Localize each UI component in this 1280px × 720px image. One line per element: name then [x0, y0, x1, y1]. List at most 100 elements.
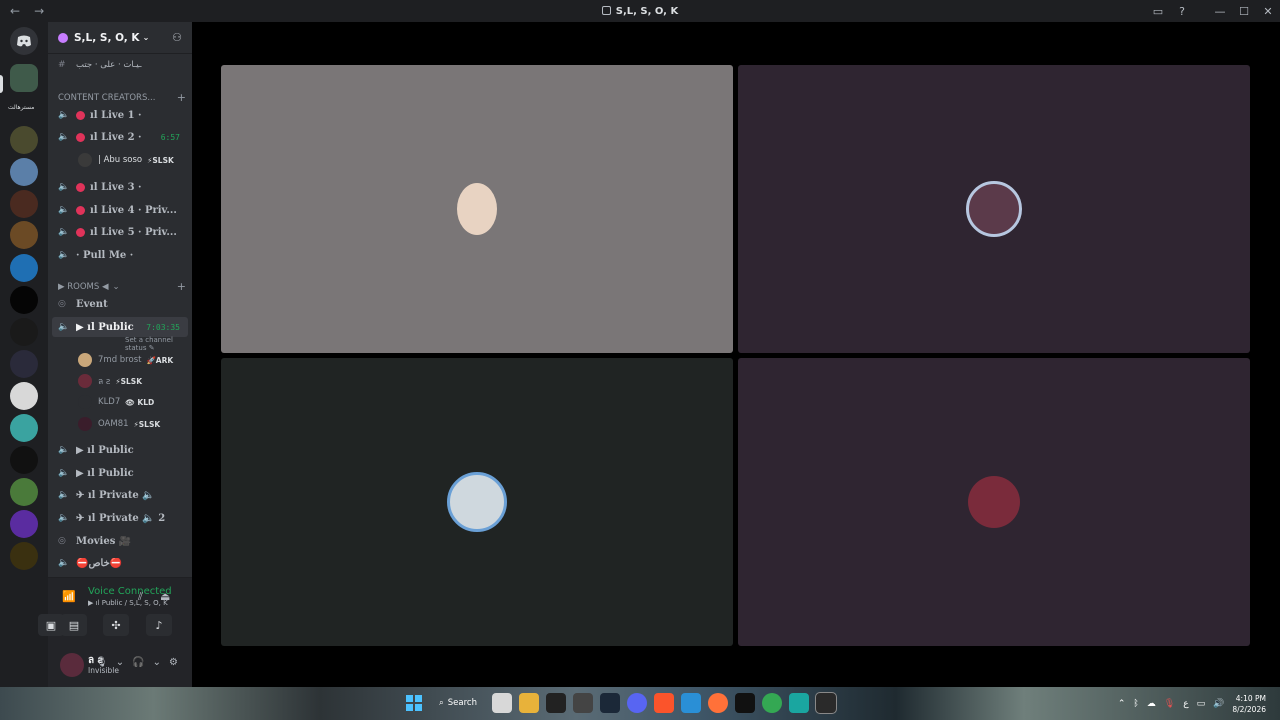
voice-channel-private-2[interactable]: 🔈 ✈ ıl Private 🔈 2 [52, 508, 188, 528]
headphones-icon[interactable]: 🎧 [132, 657, 144, 668]
stage-icon: ◎ [58, 536, 66, 546]
participant-tile[interactable] [221, 65, 733, 353]
start-button[interactable] [404, 693, 424, 713]
server-icon-raven[interactable] [10, 446, 38, 474]
voice-channel-public-active[interactable]: 🔈 ▶ ıl Public 7:03:35 [52, 317, 188, 337]
bluetooth-icon[interactable]: ᛒ [1133, 699, 1138, 709]
windows-taskbar: ⌕ Search ⌃ ᛒ ☁ 🎙 ع ▭ 🔊 4:10 PM 8/2/2026 [0, 687, 1280, 720]
back-icon[interactable]: ← [10, 4, 20, 18]
voice-member[interactable]: OAM81 ⚡SLSK [78, 415, 160, 433]
voice-channel-public-2[interactable]: 🔈 ▶ ıl Public [52, 440, 188, 460]
server-icon-15[interactable] [10, 542, 38, 570]
disconnect-icon[interactable]: ⏏ [160, 590, 170, 603]
stage-channel-event[interactable]: ◎ Event [52, 294, 188, 314]
search-button[interactable]: ⌕ Search [431, 698, 485, 708]
set-channel-status[interactable]: Set a channel status ✎ [125, 336, 192, 352]
activities-button[interactable]: ✣ [103, 614, 129, 636]
avatar [78, 395, 92, 409]
close-button[interactable]: ✕ [1256, 5, 1280, 18]
language-indicator[interactable]: ع [1183, 699, 1188, 709]
add-channel-icon[interactable]: + [177, 280, 186, 293]
chevron-down-icon[interactable]: ⌄ [116, 657, 124, 668]
forward-icon[interactable]: → [34, 4, 44, 18]
voice-channel-live-5[interactable]: 🔈 ıl Live 5 · Priv... [52, 222, 188, 242]
voice-channel-private-3[interactable]: 🔈 ⛔خاص⛔ [52, 553, 188, 573]
server-icon-13[interactable] [10, 478, 38, 506]
clock[interactable]: 4:10 PM 8/2/2026 [1232, 693, 1266, 715]
server-list: مسترهالت [0, 22, 48, 687]
voice-channel-live-1[interactable]: 🔈 ıl Live 1 · [52, 105, 188, 125]
voice-channel-pull-me[interactable]: 🔈 · Pull Me · [52, 245, 188, 265]
discord-home-button[interactable] [10, 27, 38, 55]
server-icon-9[interactable] [10, 350, 38, 378]
server-icon-3[interactable] [10, 158, 38, 186]
taskbar-app-firefox[interactable] [707, 693, 728, 713]
voice-channel-private-1[interactable]: 🔈 ✈ ıl Private 🔈 [52, 485, 188, 505]
soundboard-button[interactable]: ♪ [146, 614, 172, 636]
settings-gear-icon[interactable]: ⚙ [169, 657, 178, 668]
server-icon-7[interactable] [10, 286, 38, 314]
server-icon-5[interactable] [10, 221, 38, 249]
cloud-icon[interactable]: ☁ [1147, 699, 1156, 709]
invite-icon[interactable]: ⚇ [172, 31, 182, 44]
hash-icon: # [58, 60, 66, 70]
screen-share-button[interactable]: ▤ [61, 614, 87, 636]
taskbar-app-generic[interactable] [572, 693, 593, 713]
category-rooms[interactable]: ▶ ROOMS ◀ ⌄ + [58, 280, 186, 293]
voice-member[interactable]: 7md brost 🚀ARK [78, 351, 173, 369]
minimize-button[interactable]: — [1208, 5, 1232, 18]
signal-icon[interactable]: 📶 [62, 590, 76, 603]
taskbar-app-store[interactable] [491, 693, 512, 713]
voice-member[interactable]: | Abu soso ⚡SLSK [78, 151, 174, 169]
stage-channel-movies[interactable]: ◎ Movies 🎥 [52, 531, 188, 551]
chevron-down-icon[interactable]: ⌄ [153, 657, 161, 668]
maximize-button[interactable]: ☐ [1232, 5, 1256, 18]
voice-channel-live-4[interactable]: 🔈 ıl Live 4 · Priv... [52, 200, 188, 220]
taskbar-app-epic-active[interactable] [814, 692, 837, 714]
participant-tile[interactable] [221, 358, 733, 646]
taskbar-app-epic[interactable] [545, 693, 566, 713]
taskbar-app-brave[interactable] [653, 693, 674, 713]
avatar[interactable] [60, 653, 84, 677]
participant-tile[interactable] [738, 358, 1250, 646]
server-icon-14[interactable] [10, 510, 38, 538]
server-icon-11[interactable] [10, 414, 38, 442]
taskbar-app-vscode[interactable] [680, 693, 701, 713]
taskbar-app-steam[interactable] [599, 693, 620, 713]
server-icon-10[interactable] [10, 382, 38, 410]
speaker-icon: 🔈 [58, 513, 70, 523]
taskbar-app-explorer[interactable] [518, 693, 539, 713]
server-icon-6[interactable] [10, 254, 38, 282]
help-icon[interactable]: ? [1170, 5, 1194, 18]
camera-off-icon: ▣ [45, 618, 57, 632]
taskbar-app-generic-2[interactable] [788, 693, 809, 713]
server-header[interactable]: S,L, S, O, K ⌄ ⚇ [48, 22, 192, 54]
speaker-icon: 🔈 [58, 227, 70, 237]
microphone-icon[interactable]: 🎙 [1164, 699, 1175, 709]
speaker-icon: 🔈 [58, 205, 70, 215]
inbox-icon[interactable]: ▭ [1146, 5, 1170, 18]
taskbar-app-chrome[interactable] [761, 693, 782, 713]
server-icon-slsk[interactable] [10, 64, 38, 92]
voice-channel-public-3[interactable]: 🔈 ▶ ıl Public [52, 463, 188, 483]
live-dot-icon [76, 132, 85, 142]
voice-member[interactable]: ล ƨ ⚡SLSK [78, 372, 142, 390]
text-channel[interactable]: # ـيـات · على · جتب [52, 55, 188, 75]
voice-channel-live-3[interactable]: 🔈 ıl Live 3 · [52, 177, 188, 197]
taskbar-app-next[interactable] [734, 693, 755, 713]
voice-member[interactable]: KLD7 👁 KLD [78, 393, 154, 411]
server-icon-2[interactable] [10, 126, 38, 154]
microphone-icon[interactable]: 🎙 [95, 657, 108, 668]
server-icon-8[interactable] [10, 318, 38, 346]
noise-suppression-icon[interactable]: ⫽ [138, 590, 143, 604]
chevron-up-icon[interactable]: ⌃ [1118, 699, 1126, 709]
category-content-creators[interactable]: CONTENT CREATORS... + [58, 91, 186, 104]
server-icon-4[interactable] [10, 190, 38, 218]
participant-tile[interactable] [738, 65, 1250, 353]
volume-icon[interactable]: 🔊 [1213, 699, 1224, 709]
network-icon[interactable]: ▭ [1197, 699, 1206, 709]
voice-channel-live-2[interactable]: 🔈 ıl Live 2 · 6:57 [52, 127, 188, 147]
taskbar-app-discord[interactable] [626, 693, 647, 713]
add-channel-icon[interactable]: + [177, 91, 186, 104]
chevron-down-icon: ⌄ [142, 33, 150, 42]
